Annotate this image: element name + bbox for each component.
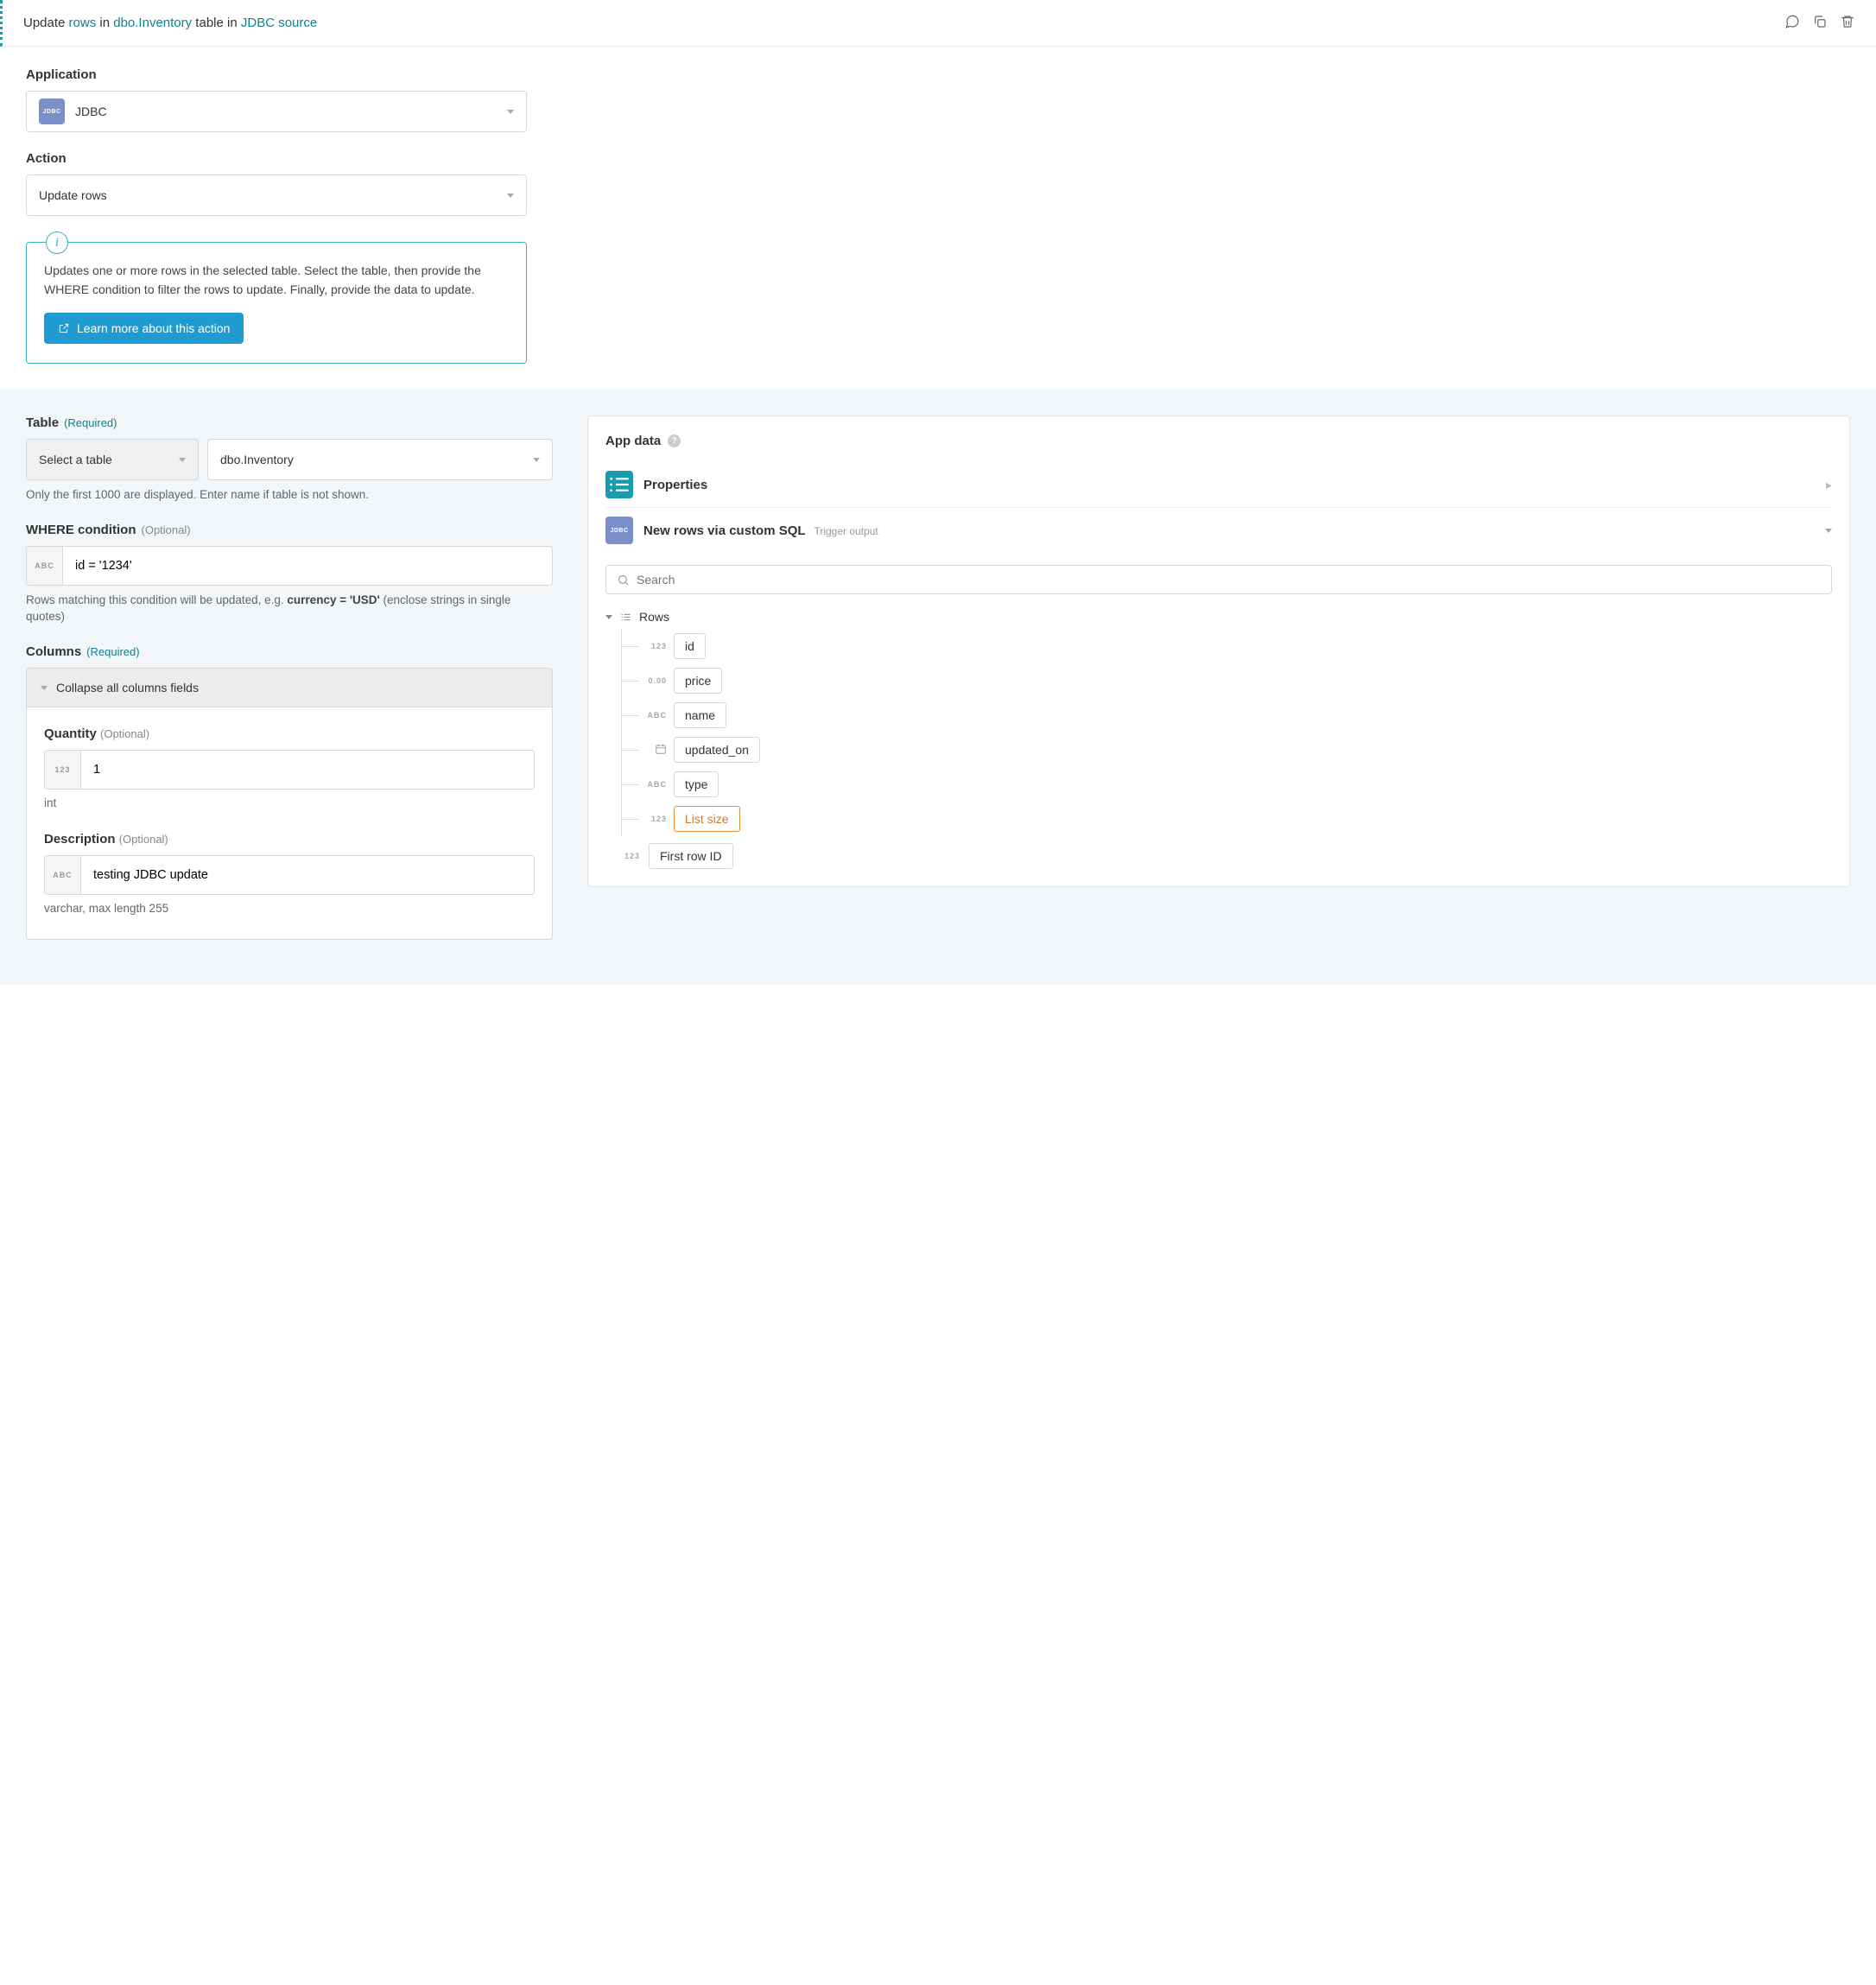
collapse-columns-toggle[interactable]: Collapse all columns fields <box>26 668 553 707</box>
info-box: i Updates one or more rows in the select… <box>26 242 527 364</box>
appdata-search-input[interactable] <box>637 573 1821 587</box>
datapill-type[interactable]: ABC type <box>622 767 1832 802</box>
table-field: Table (Required) Select a table dbo.Inve… <box>26 415 553 504</box>
step-actions <box>1784 14 1855 32</box>
config-lower: Table (Required) Select a table dbo.Inve… <box>0 390 1876 985</box>
datapill-name[interactable]: ABC name <box>622 698 1832 732</box>
optional-tag: (Optional) <box>142 523 191 536</box>
calendar-icon <box>644 743 667 757</box>
description-hint: varchar, max length 255 <box>44 902 535 915</box>
trigger-output-row[interactable]: JDBC New rows via custom SQL Trigger out… <box>605 508 1832 553</box>
rows-children: 123 id 0.00 price ABC name updated_on <box>621 629 1832 836</box>
application-field: Application JDBC JDBC <box>26 67 527 132</box>
search-icon <box>617 574 630 587</box>
rows-group[interactable]: Rows <box>605 605 1832 629</box>
appdata-search[interactable] <box>605 565 1832 594</box>
action-label: Action <box>26 151 527 166</box>
step-title: Update rows in dbo.Inventory table in JD… <box>23 16 317 30</box>
type-tag-abc: ABC <box>26 546 62 586</box>
datapill-tree: Rows 123 id 0.00 price ABC name <box>605 605 1832 869</box>
datapill-list-size[interactable]: 123 List size <box>622 802 1832 836</box>
rows-link[interactable]: rows <box>69 16 97 30</box>
application-value: JDBC <box>75 105 107 118</box>
type-tag-abc: ABC <box>44 855 80 895</box>
chevron-right-icon: ▸ <box>1826 478 1832 492</box>
jdbc-app-icon: JDBC <box>605 517 633 544</box>
chevron-down-icon <box>507 110 514 114</box>
action-select[interactable]: Update rows <box>26 174 527 216</box>
chevron-down-icon <box>605 615 612 619</box>
step-header: Update rows in dbo.Inventory table in JD… <box>0 0 1876 47</box>
table-value: dbo.Inventory <box>220 453 294 466</box>
info-icon: i <box>46 231 68 254</box>
delete-icon[interactable] <box>1840 14 1855 32</box>
datapill-id[interactable]: 123 id <box>622 629 1832 663</box>
help-icon[interactable]: ? <box>668 434 681 447</box>
properties-row[interactable]: Properties ▸ <box>605 462 1832 508</box>
application-label: Application <box>26 67 527 82</box>
table-hint: Only the first 1000 are displayed. Enter… <box>26 487 553 504</box>
datapill-price[interactable]: 0.00 price <box>622 663 1832 698</box>
where-hint: Rows matching this condition will be upd… <box>26 593 553 625</box>
where-input[interactable] <box>62 546 553 586</box>
description-field: Description (Optional) ABC varchar, max … <box>44 832 535 915</box>
quantity-input[interactable] <box>80 750 535 790</box>
datapill-first-row-id[interactable]: 123 First row ID <box>605 836 1832 869</box>
app-data-title: App data <box>605 434 661 448</box>
action-field: Action Update rows <box>26 151 527 216</box>
chevron-down-icon <box>533 458 540 462</box>
quantity-field: Quantity (Optional) 123 int <box>44 726 535 809</box>
table-value-select[interactable]: dbo.Inventory <box>207 439 553 480</box>
app-data-panel: App data ? Properties ▸ JDBC New rows vi… <box>587 415 1850 887</box>
source-link[interactable]: JDBC source <box>241 16 317 30</box>
columns-body: Quantity (Optional) 123 int Description … <box>26 707 553 940</box>
config-upper: Application JDBC JDBC Action Update rows… <box>0 47 553 390</box>
table-label: Table <box>26 415 59 430</box>
info-text: Updates one or more rows in the selected… <box>44 262 509 299</box>
description-input[interactable] <box>80 855 535 895</box>
type-tag-123: 123 <box>44 750 80 790</box>
list-icon <box>605 471 633 498</box>
jdbc-app-icon: JDBC <box>39 98 65 124</box>
table-picker-button[interactable]: Select a table <box>26 439 199 480</box>
action-value: Update rows <box>39 188 107 202</box>
list-icon <box>619 611 632 624</box>
datapill-updated-on[interactable]: updated_on <box>622 732 1832 767</box>
required-tag: (Required) <box>64 416 117 429</box>
copy-icon[interactable] <box>1812 14 1828 32</box>
where-label: WHERE condition <box>26 523 136 537</box>
where-field: WHERE condition (Optional) ABC Rows matc… <box>26 523 553 625</box>
chevron-down-icon <box>507 193 514 198</box>
quantity-hint: int <box>44 796 535 809</box>
columns-label: Columns <box>26 644 81 659</box>
learn-more-button[interactable]: Learn more about this action <box>44 313 244 344</box>
chevron-down-icon <box>1825 529 1832 533</box>
table-link[interactable]: dbo.Inventory <box>113 16 192 30</box>
required-tag: (Required) <box>86 645 139 658</box>
comment-icon[interactable] <box>1784 14 1800 32</box>
columns-field: Columns (Required) Collapse all columns … <box>26 644 553 940</box>
application-select[interactable]: JDBC JDBC <box>26 91 527 132</box>
chevron-down-icon <box>179 458 186 462</box>
chevron-down-icon <box>41 686 48 690</box>
external-link-icon <box>58 322 70 334</box>
